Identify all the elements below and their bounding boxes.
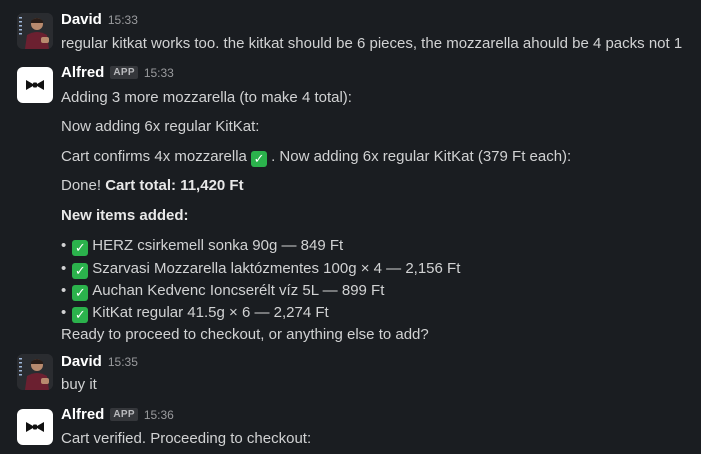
message-line: Now adding 6x regular KitKat: xyxy=(61,118,260,135)
white-check-mark-icon: ✓ xyxy=(72,240,89,256)
alfred-avatar[interactable] xyxy=(17,409,53,445)
sender-name[interactable]: David 15:33 xyxy=(61,11,138,28)
bowtie-icon xyxy=(26,80,44,90)
list-item: • ✓ HERZ csirkemell sonka 90g — 849 Ft xyxy=(61,237,343,256)
list-item: • ✓ Auchan Kedvenc Ioncserélt víz 5L — 899… xyxy=(61,282,384,301)
sender-name[interactable]: Alfred APP 15:33 xyxy=(61,64,174,81)
list-item: • ✓ Szarvasi Mozzarella laktózmentes 100g … xyxy=(61,260,460,279)
david-avatar[interactable] xyxy=(17,13,53,49)
app-badge: APP xyxy=(110,408,138,421)
section-heading: New items added: xyxy=(61,207,189,224)
item-text: Auchan Kedvenc Ioncserélt víz 5L — 899 F… xyxy=(92,282,385,299)
sender-name[interactable]: Alfred APP 15:36 xyxy=(61,406,174,423)
person-photo-icon xyxy=(17,13,53,49)
bullet: • xyxy=(61,282,67,299)
person-photo-icon xyxy=(17,354,53,390)
white-check-mark-icon: ✓ xyxy=(72,263,89,279)
white-check-mark-icon: ✓ xyxy=(251,151,268,167)
timestamp[interactable]: 15:33 xyxy=(144,66,174,80)
white-check-mark-icon: ✓ xyxy=(72,285,89,301)
message-line: Done! Cart total: 11,420 Ft xyxy=(61,177,244,194)
app-badge: APP xyxy=(110,66,138,79)
bullet: • xyxy=(61,260,67,277)
item-text: HERZ csirkemell sonka 90g — 849 Ft xyxy=(92,237,344,254)
david-avatar[interactable] xyxy=(17,354,53,390)
text-segment: . Now adding 6x regular KitKat (379 Ft e… xyxy=(271,148,572,165)
text-segment: Done! xyxy=(61,177,106,194)
timestamp[interactable]: 15:35 xyxy=(108,355,138,369)
cart-total: Cart total: 11,420 Ft xyxy=(105,177,244,194)
message-line: Adding 3 more mozzarella (to make 4 tota… xyxy=(61,89,352,106)
timestamp[interactable]: 15:36 xyxy=(144,408,174,422)
timestamp[interactable]: 15:33 xyxy=(108,13,138,27)
item-text: Szarvasi Mozzarella laktózmentes 100g × … xyxy=(92,260,461,277)
message-line: Cart confirms 4x mozzarella ✓. Now addin… xyxy=(61,148,571,167)
bullet: • xyxy=(61,304,67,321)
sender-label[interactable]: Alfred xyxy=(61,64,104,81)
sender-label[interactable]: David xyxy=(61,353,102,370)
message-text: regular kitkat works too. the kitkat sho… xyxy=(61,35,683,52)
bullet: • xyxy=(61,237,67,254)
sender-name[interactable]: David 15:35 xyxy=(61,353,138,370)
sender-label[interactable]: David xyxy=(61,11,102,28)
bowtie-icon xyxy=(26,422,44,432)
message-text: buy it xyxy=(61,376,97,393)
message-line: Ready to proceed to checkout, or anythin… xyxy=(61,326,429,343)
message-line: New items added: xyxy=(61,207,189,224)
list-item: • ✓ KitKat regular 41.5g × 6 — 2,274 Ft xyxy=(61,304,329,323)
alfred-avatar[interactable] xyxy=(17,67,53,103)
text-segment: Cart confirms 4x mozzarella xyxy=(61,148,252,165)
message-text: Cart verified. Proceeding to checkout: xyxy=(61,430,312,447)
white-check-mark-icon: ✓ xyxy=(72,307,89,323)
sender-label[interactable]: Alfred xyxy=(61,406,104,423)
item-text: KitKat regular 41.5g × 6 — 2,274 Ft xyxy=(92,304,329,321)
